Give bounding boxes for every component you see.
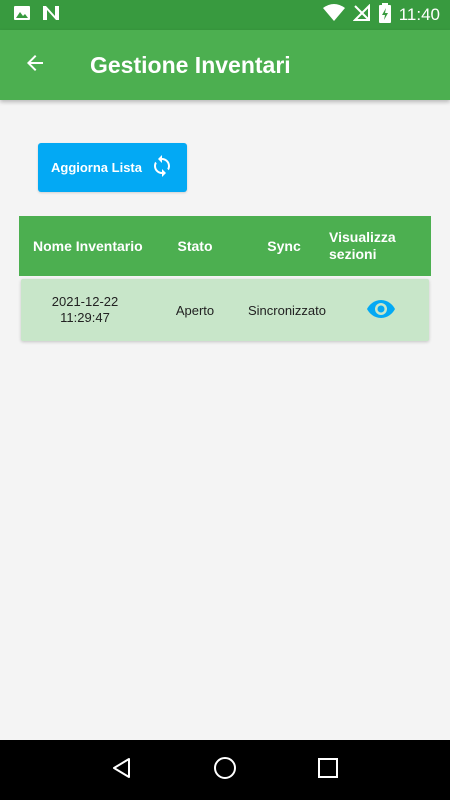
app-bar: Gestione Inventari: [0, 30, 450, 100]
column-header-sync: Sync: [267, 238, 301, 254]
nav-back-button[interactable]: [97, 745, 147, 795]
status-time: 11:40: [398, 5, 440, 24]
inventory-sync-cell: Sincronizzato: [247, 302, 327, 318]
status-left-icons: [0, 4, 61, 27]
n-logo-icon: [41, 4, 61, 27]
arrow-left-icon: [23, 51, 47, 80]
image-icon: [13, 4, 31, 27]
home-circle-icon: [212, 755, 238, 786]
back-button[interactable]: [15, 45, 55, 85]
system-nav-bar: [0, 740, 450, 800]
refresh-button-label: Aggiorna Lista: [50, 160, 142, 175]
table-row[interactable]: 2021-12-22 11:29:47 Aperto Sincronizzato: [21, 279, 429, 341]
nav-home-button[interactable]: [200, 745, 250, 795]
wifi-icon: [322, 3, 345, 27]
battery-charging-icon: [378, 2, 391, 28]
column-header-view-sections: Visualizza sezioni: [329, 229, 396, 262]
page-title: Gestione Inventari: [90, 51, 291, 78]
inventory-name-cell: 2021-12-22 11:29:47: [35, 279, 135, 341]
nav-recents-button[interactable]: [303, 745, 353, 795]
no-signal-icon: [352, 3, 371, 27]
inventory-date: 2021-12-22: [51, 294, 119, 309]
table-header: Nome Inventario Stato Sync Visualizza se…: [19, 216, 431, 276]
column-header-stato: Stato: [177, 238, 213, 254]
recents-square-icon: [317, 757, 339, 784]
sync-icon: [150, 154, 174, 181]
status-right-icons: 11:40: [322, 2, 450, 28]
refresh-list-button[interactable]: Aggiorna Lista: [38, 143, 187, 192]
inventory-time: 11:29:47: [60, 310, 110, 325]
back-triangle-icon: [110, 756, 134, 785]
column-header-name: Nome Inventario: [33, 238, 143, 254]
view-sections-button[interactable]: [351, 279, 411, 341]
eye-icon: [366, 298, 396, 323]
inventory-status-cell: Aperto: [175, 302, 215, 318]
status-bar: 11:40: [0, 0, 450, 30]
